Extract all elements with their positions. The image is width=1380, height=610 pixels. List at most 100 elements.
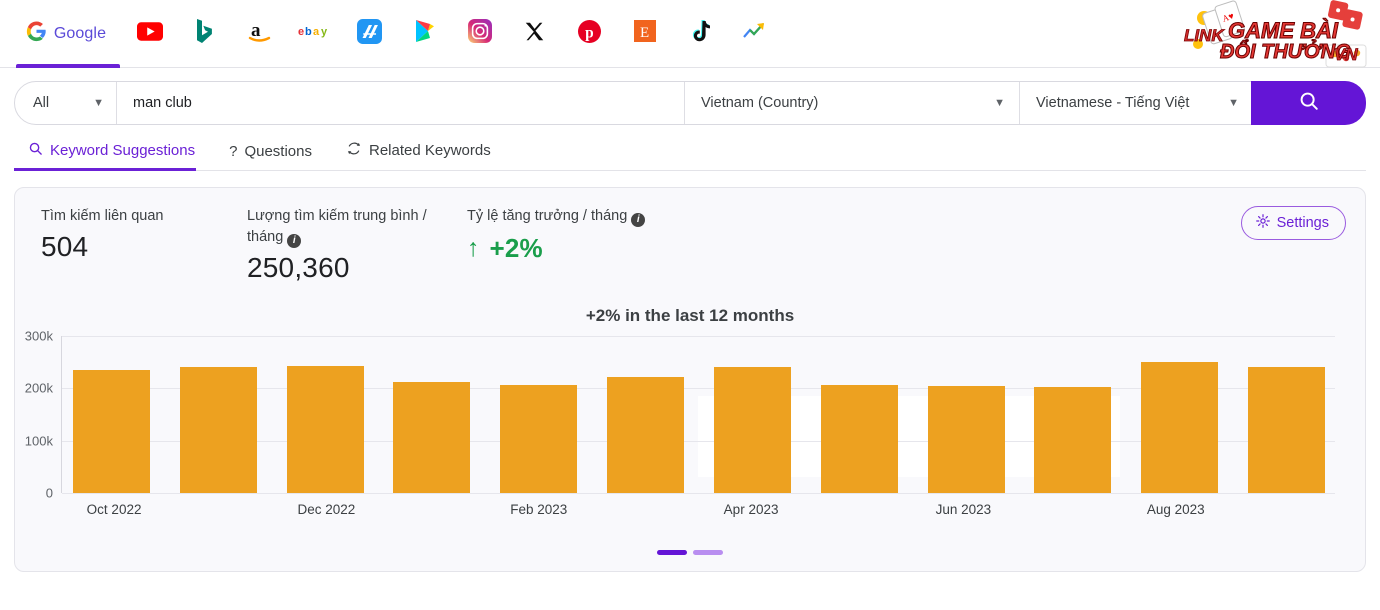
question-mark-icon: ? — [229, 143, 237, 160]
ebay-icon: e b a y — [298, 24, 332, 43]
tab-label: Related Keywords — [369, 142, 491, 159]
svg-text:GAME BÀI: GAME BÀI — [1228, 18, 1339, 43]
scope-value: All — [33, 95, 49, 111]
search-engine-nav: Google a e b a — [0, 0, 1380, 68]
search-icon — [28, 141, 43, 160]
google-icon — [26, 21, 47, 47]
settings-button[interactable]: Settings — [1241, 206, 1346, 240]
stat-value: +2% — [490, 233, 543, 264]
svg-text:p: p — [585, 24, 594, 41]
engine-tab-ebay[interactable]: e b a y — [287, 0, 342, 68]
stat-value: 504 — [41, 231, 247, 263]
google-play-icon — [414, 19, 436, 48]
search-input[interactable] — [117, 82, 684, 124]
scope-select[interactable]: All ▼ — [15, 82, 117, 124]
tab-keyword-suggestions[interactable]: Keyword Suggestions — [28, 141, 195, 170]
info-icon[interactable]: i — [631, 213, 645, 227]
engine-tab-tiktok[interactable] — [672, 0, 727, 68]
stat-label: Lượng tìm kiếm trung bình / thángi — [247, 206, 452, 248]
chart-y-axis: 0100k200k300k — [15, 336, 59, 493]
engine-tab-youtube[interactable] — [122, 0, 177, 68]
engine-tab-etsy[interactable]: E — [617, 0, 672, 68]
stat-value: 250,360 — [247, 252, 467, 284]
chart-bar[interactable] — [180, 367, 257, 493]
engine-tab-bing[interactable] — [177, 0, 232, 68]
language-select[interactable]: Vietnamese - Tiếng Việt ▼ — [1019, 82, 1251, 124]
language-value: Vietnamese - Tiếng Việt — [1036, 95, 1189, 111]
trend-up-arrow-icon: ↑ — [467, 236, 480, 261]
tab-related-keywords[interactable]: Related Keywords — [346, 141, 491, 170]
country-select[interactable]: Vietnam (Country) ▼ — [684, 82, 1019, 124]
app-store-icon — [357, 19, 382, 49]
pagination-dot[interactable] — [693, 550, 723, 555]
engine-tab-amazon[interactable]: a — [232, 0, 287, 68]
svg-text:ĐỔI THƯỞNG: ĐỔI THƯỞNG — [1220, 39, 1351, 63]
svg-text:a: a — [251, 20, 261, 41]
chart-bar[interactable] — [287, 366, 364, 493]
chart-bar[interactable] — [1248, 367, 1325, 493]
chart-bar[interactable] — [1034, 387, 1111, 493]
chart-bars — [62, 336, 1335, 493]
search-icon — [1298, 90, 1320, 117]
pagination-dot[interactable] — [657, 550, 687, 555]
chart-bar[interactable] — [500, 385, 577, 493]
chevron-down-icon: ▼ — [1228, 98, 1239, 109]
engine-tab-google[interactable]: Google — [14, 0, 122, 68]
svg-text:b: b — [305, 26, 312, 38]
chart-x-tick: Apr 2023 — [724, 502, 779, 517]
stat-related-searches: Tìm kiếm liên quan 504 — [15, 206, 247, 284]
svg-text:a: a — [313, 26, 320, 38]
engine-tab-pinterest[interactable]: p — [562, 0, 617, 68]
svg-text:y: y — [321, 26, 328, 38]
stats-row: Tìm kiếm liên quan 504 Lượng tìm kiếm tr… — [15, 188, 1365, 284]
refresh-icon — [346, 141, 362, 160]
engine-tab-appstore[interactable] — [342, 0, 397, 68]
tab-questions[interactable]: ? Questions — [229, 143, 312, 170]
search-bar: All ▼ Vietnam (Country) ▼ Vietnamese - T… — [14, 81, 1366, 125]
chart-bar[interactable] — [1141, 362, 1218, 493]
amazon-icon: a — [247, 19, 272, 48]
trend-chart: 0100k200k300k Oct 2022Dec 2022Feb 2023Ap… — [61, 336, 1335, 532]
chart-title: +2% in the last 12 months — [15, 306, 1365, 326]
chart-x-axis: Oct 2022Dec 2022Feb 2023Apr 2023Jun 2023… — [61, 496, 1335, 522]
chart-bar[interactable] — [73, 370, 150, 493]
chart-bar[interactable] — [821, 385, 898, 493]
chart-y-tick: 300k — [25, 329, 53, 344]
chart-bar[interactable] — [928, 386, 1005, 493]
google-trends-icon — [742, 21, 768, 46]
chart-x-tick: Aug 2023 — [1147, 502, 1205, 517]
chart-x-tick: Jun 2023 — [936, 502, 992, 517]
tiktok-icon — [690, 20, 710, 48]
engine-tab-trends[interactable] — [727, 0, 782, 68]
settings-label: Settings — [1277, 215, 1329, 231]
svg-text:LINK: LINK — [1184, 26, 1225, 45]
chart-bar[interactable] — [393, 382, 470, 493]
chart-plot-area — [61, 336, 1335, 493]
etsy-icon: E — [634, 20, 656, 47]
engine-tab-x[interactable] — [507, 0, 562, 68]
stat-growth-rate: Tỷ lệ tăng trưởng / thángi ↑ +2% — [467, 206, 682, 284]
engine-tab-googleplay[interactable] — [397, 0, 452, 68]
chart-gridline — [62, 493, 1335, 494]
gear-icon — [1255, 213, 1271, 233]
chart-bar[interactable] — [607, 377, 684, 493]
chart-y-tick: 0 — [46, 486, 53, 501]
chevron-down-icon: ▼ — [93, 98, 104, 109]
chart-x-tick: Dec 2022 — [298, 502, 356, 517]
instagram-icon — [468, 19, 492, 48]
country-value: Vietnam (Country) — [701, 95, 818, 111]
svg-text:VN: VN — [1334, 45, 1358, 64]
svg-text:A♥: A♥ — [1221, 11, 1235, 24]
chart-bar[interactable] — [714, 367, 791, 493]
svg-text:E: E — [640, 25, 649, 41]
svg-text:e: e — [298, 26, 304, 38]
tab-label: Questions — [244, 143, 312, 160]
result-tabs: Keyword Suggestions ? Questions Related … — [14, 125, 1366, 171]
chart-x-tick: Oct 2022 — [87, 502, 142, 517]
site-watermark-logo: A♥ LINK GAME BÀI ĐỔI THƯỞNG — [1176, 0, 1372, 68]
search-button[interactable] — [1251, 81, 1366, 125]
results-card: Tìm kiếm liên quan 504 Lượng tìm kiếm tr… — [14, 187, 1366, 572]
engine-tab-instagram[interactable] — [452, 0, 507, 68]
info-icon[interactable]: i — [287, 234, 301, 248]
engine-label-google: Google — [54, 25, 106, 43]
